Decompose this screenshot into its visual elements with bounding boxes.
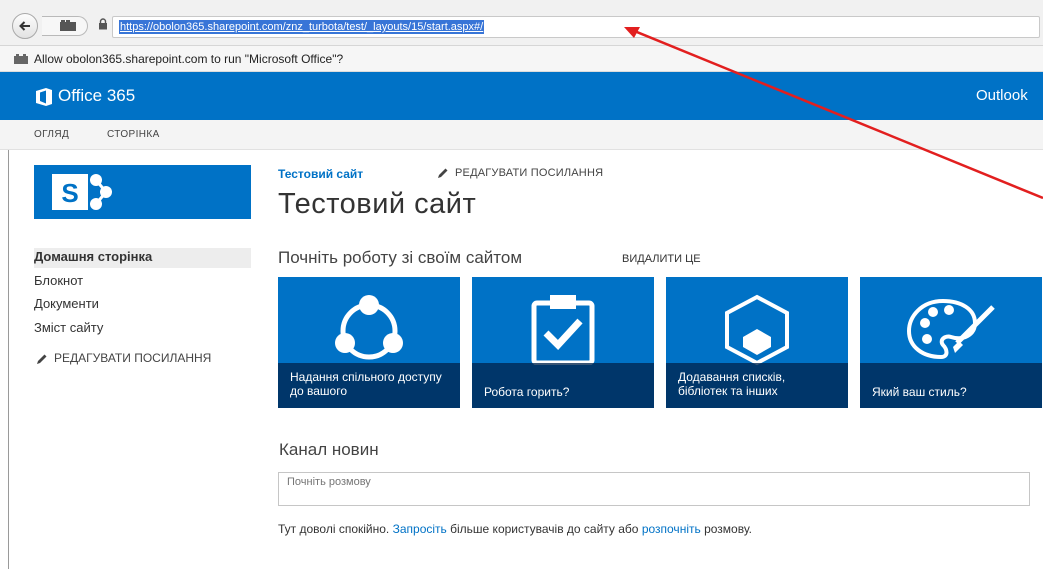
annotation-arrow bbox=[624, 27, 1043, 200]
